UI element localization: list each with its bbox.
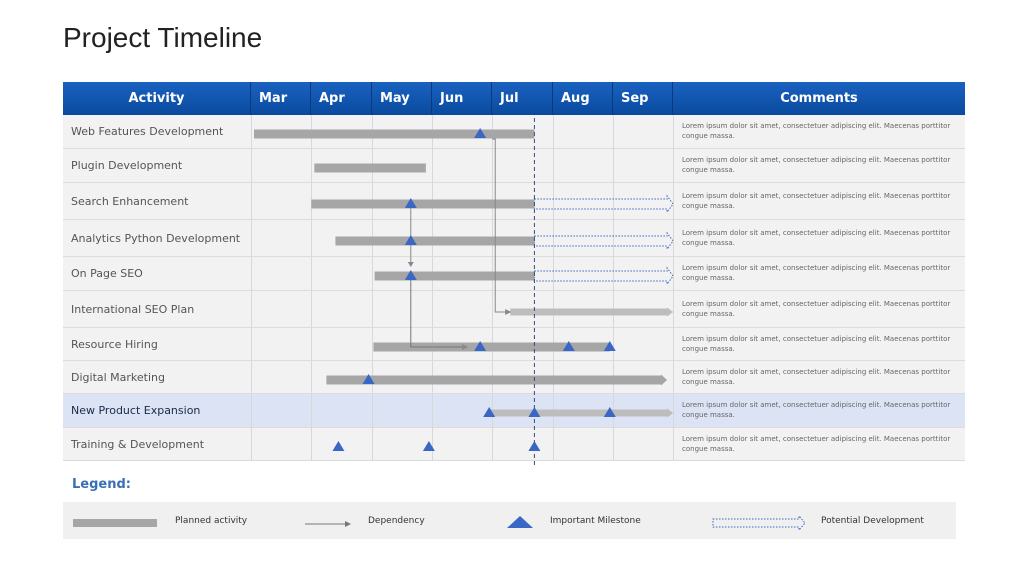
dependency-line: [410, 276, 463, 348]
legend: Planned activity Dependency Important Mi…: [63, 502, 956, 539]
legend-potential-arrow-icon: [712, 514, 806, 532]
dependency-arrowhead: [407, 262, 414, 267]
gantt-chart: [254, 118, 674, 468]
potential-development-arrow: [533, 266, 674, 286]
potential-development-arrow: [533, 231, 674, 251]
legend-title: Legend:: [72, 477, 131, 492]
legend-dependency-label: Dependency: [368, 516, 425, 526]
legend-dependency-arrow-icon: [305, 521, 351, 527]
planned-activity-bar: [489, 408, 674, 418]
planned-activity-bar: [374, 271, 535, 281]
planned-activity-bar: [311, 199, 535, 209]
milestone-icon: [422, 441, 435, 451]
legend-planned-label: Planned activity: [175, 516, 248, 526]
planned-activity-bar: [373, 342, 610, 352]
potential-development-arrow: [533, 194, 674, 214]
planned-activity-bar: [326, 374, 668, 386]
planned-activity-bar: [314, 163, 426, 173]
legend-milestone-icon: [507, 516, 533, 528]
legend-milestone-label: Important Milestone: [550, 516, 641, 526]
milestone-icon: [528, 441, 541, 451]
legend-potential-label: Potential Development: [821, 516, 924, 526]
legend-planned-swatch: [73, 519, 157, 527]
planned-activity-bar: [254, 129, 535, 139]
dependency-line: [492, 138, 508, 313]
milestone-icon: [332, 441, 345, 451]
planned-activity-bar: [335, 236, 535, 246]
